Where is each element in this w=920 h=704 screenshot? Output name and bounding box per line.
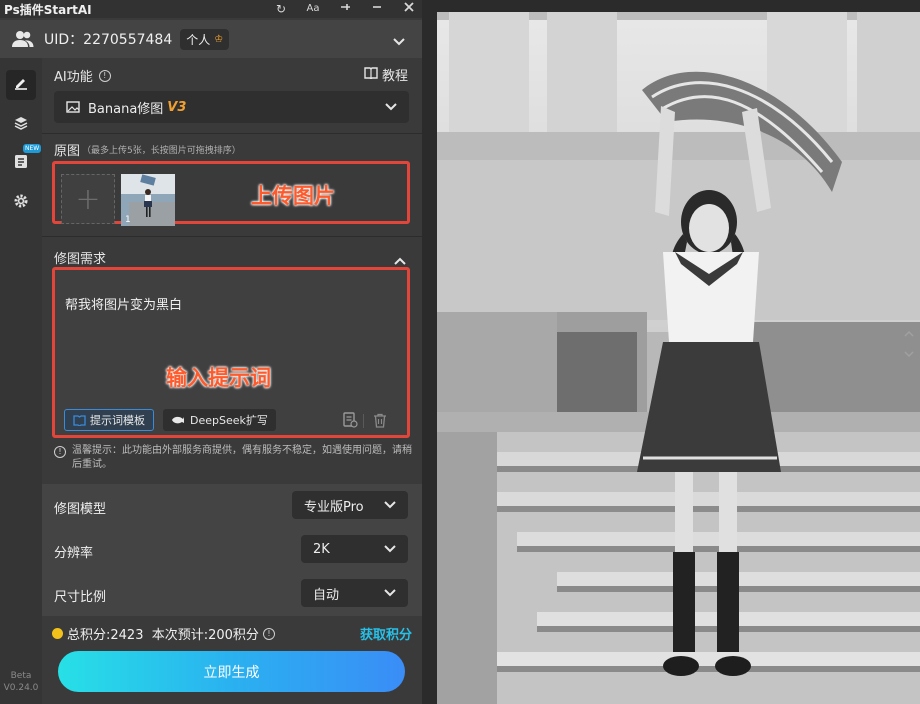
- service-notice: ! 温馨提示：此功能由外部服务商提供，偶有服务不稳定，如遇使用问题，请稍后重试。: [54, 444, 414, 472]
- ai-function-header: AI功能 !: [54, 66, 111, 85]
- ratio-value: 自动: [313, 587, 340, 603]
- title-bar: Ps插件StartAI ↻ Aa: [0, 0, 422, 18]
- model-label: 修图模型: [54, 502, 107, 517]
- coin-icon: [52, 628, 63, 639]
- version-info: Beta V0.24.0: [0, 670, 42, 694]
- chevron-down-icon: [384, 542, 396, 557]
- refresh-icon[interactable]: ↻: [274, 0, 288, 18]
- sidebar: NEW Beta V0.24.0: [0, 58, 42, 704]
- edit-icon: [13, 75, 29, 95]
- ai-function-value: Banana修图: [88, 101, 164, 117]
- resolution-value: 2K: [313, 541, 330, 557]
- chevron-down-icon: [384, 498, 396, 513]
- resolution-select[interactable]: 2K: [301, 535, 408, 563]
- sidebar-item-layers[interactable]: [6, 110, 36, 140]
- prompt-label: 修图需求: [54, 252, 107, 267]
- generate-label: 立即生成: [203, 664, 260, 681]
- photoshop-canvas: [425, 0, 920, 704]
- prompt-header: 修图需求: [54, 248, 106, 267]
- chevron-down-icon[interactable]: [904, 346, 914, 366]
- plus-icon: +: [75, 181, 101, 217]
- points-text: 总积分:2423 本次预计:200积分: [67, 628, 259, 643]
- window-controls: ↻ Aa: [274, 0, 416, 18]
- pin-icon[interactable]: [338, 0, 352, 18]
- chevron-down-icon[interactable]: [392, 32, 406, 51]
- generate-button[interactable]: 立即生成: [58, 651, 405, 692]
- info-icon[interactable]: !: [262, 627, 275, 640]
- prompt-template-label: 提示词模板: [90, 414, 145, 427]
- user-bar[interactable]: UID：2270557484 个人 ♔: [0, 20, 422, 58]
- chevron-down-icon: [384, 586, 396, 601]
- sidebar-item-notes[interactable]: NEW: [6, 144, 42, 178]
- divider: [363, 414, 364, 428]
- image-icon: [66, 101, 80, 113]
- add-image-button[interactable]: +: [61, 174, 115, 224]
- account-type-badge: 个人 ♔: [180, 28, 230, 50]
- chevron-up-icon[interactable]: [904, 326, 914, 346]
- tutorial-label: 教程: [381, 69, 408, 84]
- prompt-text[interactable]: 帮我将图片变为黑白: [65, 294, 182, 313]
- ai-function-select[interactable]: Banana修图 V3: [54, 91, 409, 123]
- info-icon: !: [54, 446, 66, 458]
- upload-zone: + 1 上传图片: [52, 161, 410, 226]
- resolution-label: 分辨率: [54, 546, 94, 561]
- source-image-header: 原图 （最多上传5张，长按图片可拖拽排序）: [54, 140, 241, 159]
- deepseek-label: DeepSeek扩写: [190, 414, 268, 427]
- account-type-label: 个人: [186, 32, 211, 47]
- notes-icon: [14, 153, 28, 173]
- uid-label: UID：2270557484: [44, 32, 173, 48]
- prompt-template-button[interactable]: 提示词模板: [64, 409, 154, 431]
- model-value: 专业版Pro: [304, 499, 364, 515]
- minimize-icon[interactable]: [370, 0, 384, 18]
- ratio-select[interactable]: 自动: [301, 579, 408, 607]
- main-content: AI功能 ! 教程 Banana修图 V3 原图 （最多上传5张，长按图片可拖拽…: [42, 58, 422, 704]
- book-icon: [364, 66, 378, 83]
- get-points-link[interactable]: 获取积分: [360, 624, 412, 643]
- trash-icon[interactable]: [371, 411, 389, 429]
- sidebar-item-edit[interactable]: [6, 70, 36, 100]
- prompt-input-area[interactable]: 帮我将图片变为黑白 输入提示词 提示词模板 DeepSeek扩写: [52, 267, 410, 438]
- font-size-icon[interactable]: Aa: [306, 0, 320, 18]
- crown-icon: ♔: [214, 33, 224, 45]
- canvas-scroll-controls[interactable]: [904, 326, 914, 366]
- grayscale-photo: [437, 12, 920, 704]
- close-icon[interactable]: [402, 0, 416, 18]
- info-icon[interactable]: !: [98, 69, 111, 82]
- gear-icon: [13, 193, 29, 213]
- thumbnail-index: 1: [125, 215, 131, 225]
- version-badge: V3: [167, 99, 187, 115]
- sidebar-item-settings[interactable]: [6, 188, 36, 218]
- points-summary: 总积分:2423 本次预计:200积分 !: [52, 624, 275, 643]
- version-label: V0.24.0: [3, 683, 39, 693]
- prompt-annotation: 输入提示词: [166, 366, 271, 390]
- source-image-label: 原图: [54, 144, 81, 159]
- upload-annotation: 上传图片: [251, 184, 335, 208]
- layers-icon: [13, 115, 29, 135]
- app-title: Ps插件StartAI: [4, 2, 92, 17]
- plugin-panel: Ps插件StartAI ↻ Aa UID：2270557484 个人 ♔ NEW…: [0, 0, 422, 704]
- source-image-hint: （最多上传5张，长按图片可拖拽排序）: [82, 146, 241, 156]
- deepseek-icon: [171, 415, 185, 425]
- book-icon: [73, 414, 86, 426]
- image-thumbnail[interactable]: 1: [121, 174, 175, 226]
- history-icon[interactable]: [341, 411, 359, 429]
- ratio-label: 尺寸比例: [54, 590, 107, 605]
- deepseek-expand-button[interactable]: DeepSeek扩写: [163, 409, 276, 431]
- users-icon: [12, 30, 34, 48]
- divider: [42, 236, 422, 237]
- model-select[interactable]: 专业版Pro: [292, 491, 408, 519]
- new-badge: NEW: [23, 144, 42, 153]
- canvas-photo: [437, 12, 920, 704]
- divider: [42, 133, 422, 134]
- chevron-down-icon: [385, 100, 397, 115]
- app-root: Ps插件StartAI ↻ Aa UID：2270557484 个人 ♔ NEW…: [0, 0, 920, 704]
- tutorial-link[interactable]: 教程: [364, 65, 408, 84]
- notice-text: 温馨提示：此功能由外部服务商提供，偶有服务不稳定，如遇使用问题，请稍后重试。: [72, 445, 412, 470]
- ai-function-label: AI功能: [54, 70, 93, 85]
- beta-label: Beta: [10, 671, 32, 681]
